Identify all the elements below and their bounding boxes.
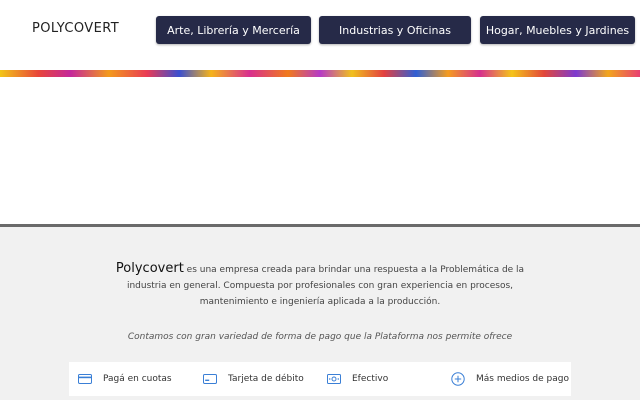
site-footer: Polycovert es una empresa creada para br… <box>0 227 640 400</box>
plus-circle-icon <box>450 371 466 387</box>
payment-method-label: Tarjeta de débito <box>228 374 304 384</box>
payment-method-installments[interactable]: Pagá en cuotas <box>77 362 172 396</box>
payment-method-debit-card[interactable]: Tarjeta de débito <box>202 362 304 396</box>
payment-method-label: Pagá en cuotas <box>103 374 172 384</box>
cash-icon <box>326 371 342 387</box>
nav-button-hogar-muebles-jardines[interactable]: Hogar, Muebles y Jardines <box>480 16 635 44</box>
site-logo[interactable]: POLYCOVERT <box>32 21 119 36</box>
payment-method-label: Más medios de pago <box>476 374 569 384</box>
company-name: Polycovert <box>115 261 184 276</box>
credit-card-icon <box>77 371 93 387</box>
payment-method-label: Efectivo <box>352 374 389 384</box>
site-header: POLYCOVERT Arte, Librería y Mercería Ind… <box>0 0 640 70</box>
nav-button-arte-libreria-merceria[interactable]: Arte, Librería y Mercería <box>156 16 311 44</box>
payment-method-more[interactable]: Más medios de pago <box>450 362 569 396</box>
payment-method-cash[interactable]: Efectivo <box>326 362 388 396</box>
payment-methods-bar: Pagá en cuotas Tarjeta de débito Efectiv… <box>69 362 571 396</box>
company-description-text: es una empresa creada para brindar una r… <box>126 265 525 307</box>
debit-card-icon <box>202 371 218 387</box>
nav-button-industrias-oficinas[interactable]: Industrias y Oficinas <box>319 16 471 44</box>
decorative-paint-banner <box>0 70 640 77</box>
payment-note: Contamos con gran variedad de forma de p… <box>127 332 513 342</box>
company-description: Polycovert es una empresa creada para br… <box>100 261 540 310</box>
